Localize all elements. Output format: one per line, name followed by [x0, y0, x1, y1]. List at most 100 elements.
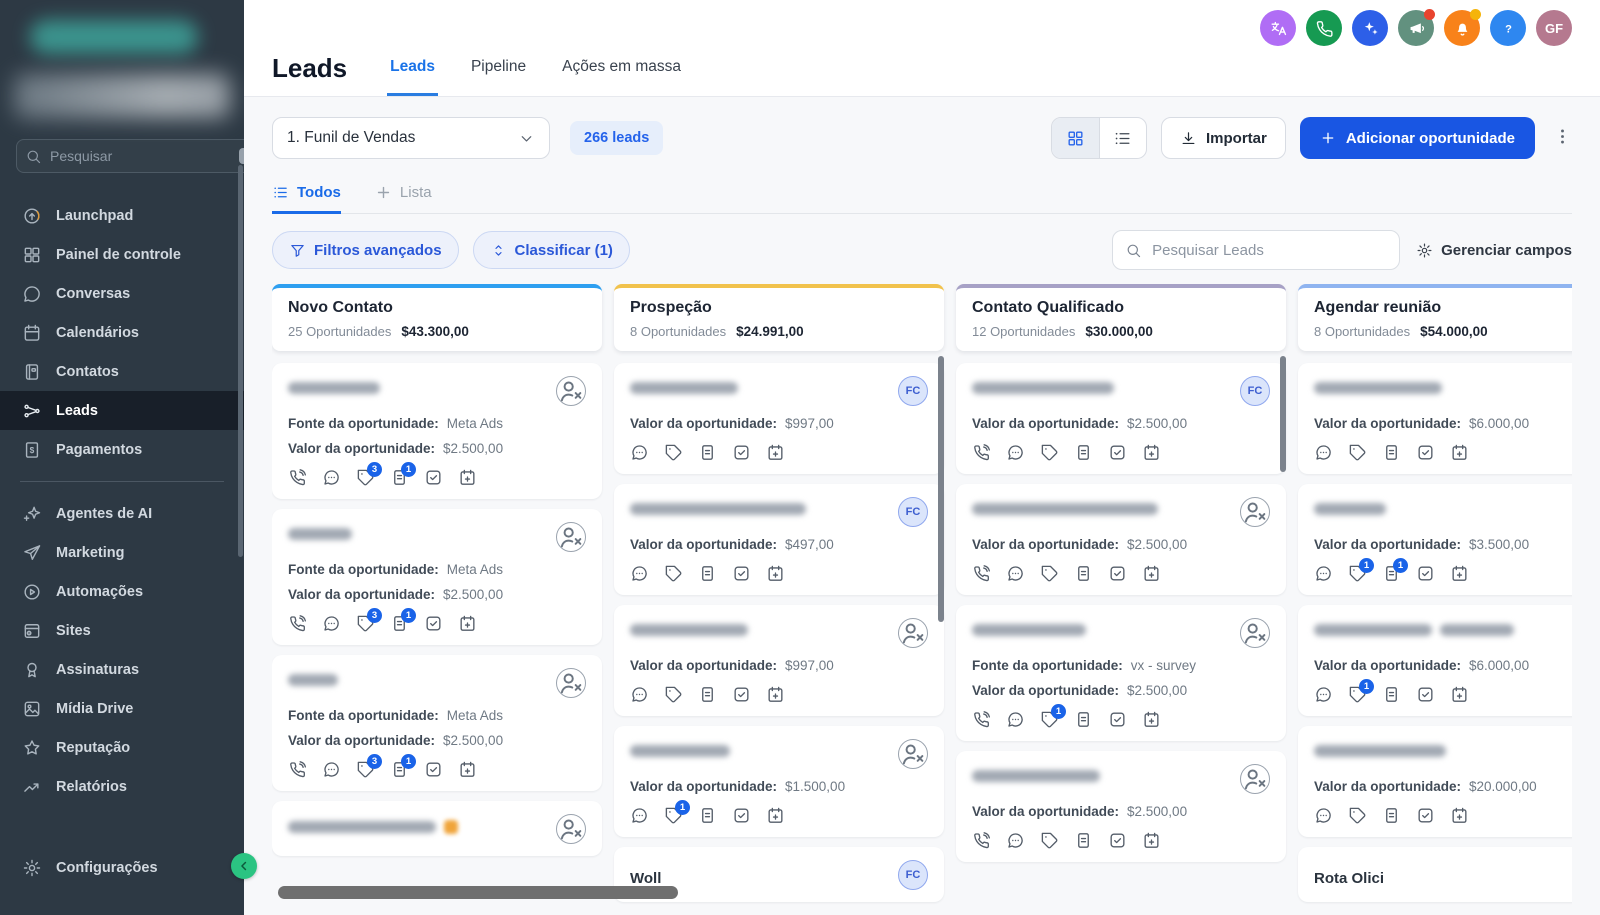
- column-scrollbar[interactable]: [938, 356, 944, 622]
- sidebar-search-input[interactable]: [50, 148, 231, 164]
- task-icon[interactable]: [732, 806, 751, 825]
- calendar-icon[interactable]: [458, 760, 477, 779]
- opportunity-card[interactable]: FC Valor da oportunidade: $997,00: [614, 363, 944, 474]
- phone-icon[interactable]: [972, 710, 991, 729]
- task-icon[interactable]: [1416, 685, 1435, 704]
- sidebar-item-relatórios[interactable]: Relatórios: [0, 767, 244, 806]
- chat-icon[interactable]: [630, 685, 649, 704]
- task-icon[interactable]: [1108, 831, 1127, 850]
- import-button[interactable]: Importar: [1160, 117, 1286, 159]
- sidebar-item-agentes-de-ai[interactable]: Agentes de AI: [0, 494, 244, 533]
- sidebar-item-calendários[interactable]: Calendários: [0, 313, 244, 352]
- user-avatar[interactable]: GF: [1536, 10, 1572, 46]
- task-icon[interactable]: [1416, 443, 1435, 462]
- unassigned-user-icon[interactable]: [556, 376, 586, 406]
- calendar-icon[interactable]: [1450, 443, 1469, 462]
- sidebar-search[interactable]: ctrl K: [16, 139, 284, 173]
- translate-button[interactable]: [1260, 10, 1296, 46]
- opportunity-card[interactable]: [272, 801, 602, 856]
- calendar-icon[interactable]: [458, 468, 477, 487]
- unassigned-user-icon[interactable]: [556, 522, 586, 552]
- sidebar-item-configurações[interactable]: Configurações: [0, 848, 244, 887]
- tag-icon[interactable]: 1: [1348, 679, 1374, 704]
- chat-icon[interactable]: [1006, 831, 1025, 850]
- note-icon[interactable]: 1: [1382, 558, 1408, 583]
- phone-icon[interactable]: [288, 614, 307, 633]
- leads-search-input[interactable]: [1152, 241, 1388, 259]
- tag-icon[interactable]: 1: [664, 800, 690, 825]
- unassigned-user-icon[interactable]: [1240, 497, 1270, 527]
- unassigned-user-icon[interactable]: [1240, 764, 1270, 794]
- sidebar-item-painel-de-controle[interactable]: Painel de controle: [0, 235, 244, 274]
- assignee-avatar[interactable]: FC: [898, 376, 928, 406]
- tag-icon[interactable]: [1040, 443, 1059, 462]
- opportunity-card[interactable]: FC Valor da oportunidade: $2.500,00: [956, 363, 1286, 474]
- leads-search[interactable]: [1112, 230, 1401, 270]
- assignee-avatar[interactable]: FC: [898, 497, 928, 527]
- sidebar-item-automações[interactable]: Automações: [0, 572, 244, 611]
- chat-icon[interactable]: [1006, 710, 1025, 729]
- sidebar-item-launchpad[interactable]: Launchpad: [0, 196, 244, 235]
- sidebar-item-assinaturas[interactable]: Assinaturas: [0, 650, 244, 689]
- chat-icon[interactable]: [1006, 564, 1025, 583]
- assignee-avatar[interactable]: FC: [898, 860, 928, 890]
- opportunity-card[interactable]: Rota Olici: [1298, 847, 1572, 902]
- add-opportunity-button[interactable]: Adicionar oportunidade: [1299, 117, 1535, 159]
- opportunity-card[interactable]: Valor da oportunidade: $6.000,00: [1298, 363, 1572, 474]
- note-icon[interactable]: [1382, 685, 1401, 704]
- bell-button[interactable]: [1444, 9, 1481, 46]
- calendar-icon[interactable]: [1142, 564, 1161, 583]
- sidebar-item-pagamentos[interactable]: $ Pagamentos: [0, 430, 244, 469]
- chat-icon[interactable]: [322, 468, 341, 487]
- sidebar-item-conversas[interactable]: Conversas: [0, 274, 244, 313]
- chat-icon[interactable]: [630, 806, 649, 825]
- opportunity-card[interactable]: Fonte da oportunidade: Meta Ads Valor da …: [272, 509, 602, 645]
- opportunity-card[interactable]: Fonte da oportunidade: Meta Ads Valor da …: [272, 363, 602, 499]
- tab-leads[interactable]: Leads: [387, 40, 438, 96]
- calendar-icon[interactable]: [766, 564, 785, 583]
- calendar-icon[interactable]: [766, 685, 785, 704]
- phone-icon[interactable]: [972, 564, 991, 583]
- megaphone-button[interactable]: [1398, 9, 1435, 46]
- chat-icon[interactable]: [630, 443, 649, 462]
- calendar-icon[interactable]: [1142, 443, 1161, 462]
- sidebar-item-marketing[interactable]: Marketing: [0, 533, 244, 572]
- task-icon[interactable]: [1108, 710, 1127, 729]
- task-icon[interactable]: [732, 564, 751, 583]
- task-icon[interactable]: [424, 614, 443, 633]
- sort-button[interactable]: Classificar (1): [472, 231, 630, 269]
- unassigned-user-icon[interactable]: [898, 739, 928, 769]
- calendar-icon[interactable]: [1142, 831, 1161, 850]
- task-icon[interactable]: [732, 443, 751, 462]
- task-icon[interactable]: [424, 760, 443, 779]
- phone-icon[interactable]: [972, 831, 991, 850]
- note-icon[interactable]: 1: [390, 462, 416, 487]
- opportunity-card[interactable]: Valor da oportunidade: $3.500,00 1 1: [1298, 484, 1572, 595]
- grid-view-button[interactable]: [1051, 118, 1099, 158]
- opportunity-card[interactable]: Fonte da oportunidade: Meta Ads Valor da …: [272, 655, 602, 791]
- unassigned-user-icon[interactable]: [1240, 618, 1270, 648]
- phone-icon[interactable]: [288, 760, 307, 779]
- tag-icon[interactable]: [1348, 806, 1367, 825]
- tag-icon[interactable]: 1: [1040, 704, 1066, 729]
- calendar-icon[interactable]: [458, 614, 477, 633]
- tag-icon[interactable]: [664, 564, 683, 583]
- unassigned-user-icon[interactable]: [898, 618, 928, 648]
- note-icon[interactable]: [1074, 710, 1093, 729]
- note-icon[interactable]: 1: [390, 608, 416, 633]
- note-icon[interactable]: 1: [390, 754, 416, 779]
- phone-icon[interactable]: [288, 468, 307, 487]
- note-icon[interactable]: [698, 806, 717, 825]
- unassigned-user-icon[interactable]: [556, 814, 586, 844]
- tag-icon[interactable]: 1: [1348, 558, 1374, 583]
- tag-icon[interactable]: [1040, 564, 1059, 583]
- task-icon[interactable]: [424, 468, 443, 487]
- sidebar-item-sites[interactable]: Sites: [0, 611, 244, 650]
- opportunity-card[interactable]: Valor da oportunidade: $2.500,00: [956, 751, 1286, 862]
- help-button[interactable]: ?: [1490, 10, 1526, 46]
- tab-acoes-em-massa[interactable]: Ações em massa: [559, 40, 684, 96]
- note-icon[interactable]: [698, 564, 717, 583]
- sidebar-item-leads[interactable]: Leads: [0, 391, 244, 430]
- tag-icon[interactable]: [1040, 831, 1059, 850]
- chat-icon[interactable]: [1006, 443, 1025, 462]
